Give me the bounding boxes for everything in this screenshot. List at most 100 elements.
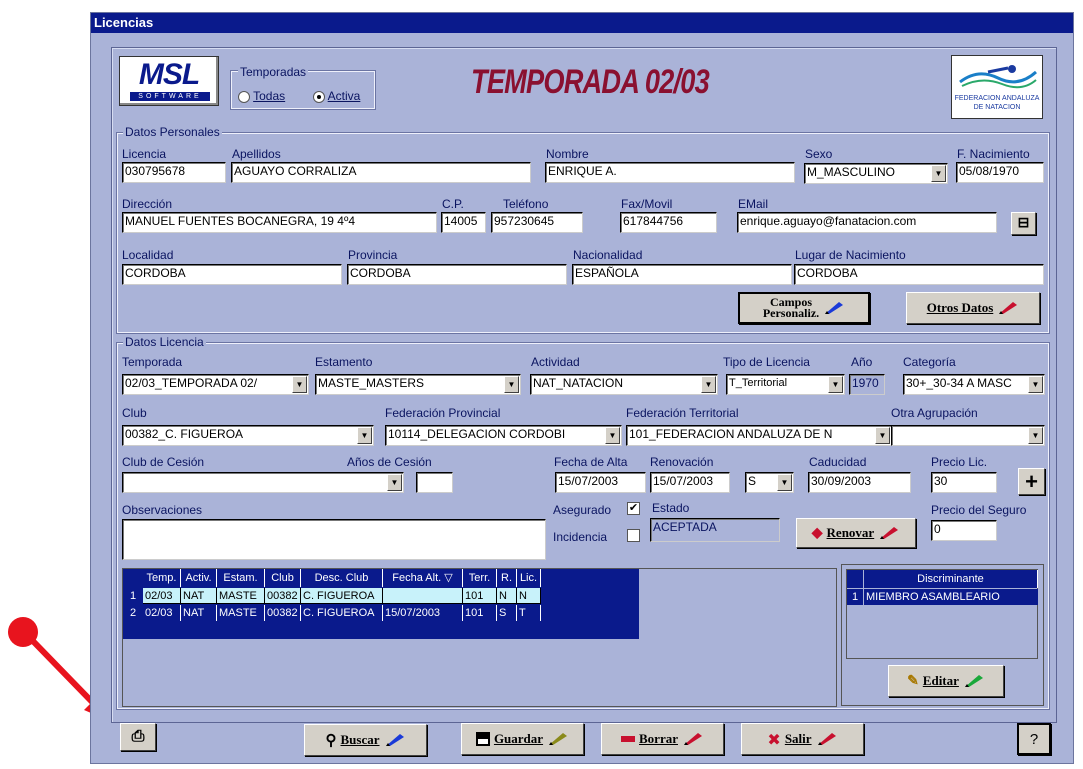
chevron-down-icon[interactable]: ▼ xyxy=(1028,427,1043,444)
estamento-select[interactable]: MASTE_MASTERS ▼ xyxy=(315,374,521,395)
renovacion-flag-select[interactable]: S ▼ xyxy=(745,472,794,493)
grid-cell[interactable] xyxy=(383,588,463,604)
temporada-select[interactable]: 02/03_TEMPORADA 02/▼ xyxy=(122,374,309,395)
grid-header-cell[interactable]: R. xyxy=(497,569,517,587)
grid-header-cell[interactable]: Estam. xyxy=(217,569,265,587)
chevron-down-icon[interactable]: ▼ xyxy=(931,165,946,182)
grid-cell[interactable]: 101 xyxy=(463,588,497,604)
salir-button[interactable]: ✖ Salir xyxy=(741,723,864,755)
tipo-licencia-select[interactable]: T_Territorial ▼ xyxy=(726,374,845,395)
chevron-down-icon[interactable]: ▼ xyxy=(605,427,620,444)
renovar-button[interactable]: ◆ Renovar xyxy=(796,518,916,548)
grid-cell[interactable]: S xyxy=(497,605,517,621)
radio-todas-circle[interactable] xyxy=(238,90,250,103)
grid-row-number[interactable]: 2 xyxy=(123,605,143,621)
chevron-down-icon[interactable]: ▼ xyxy=(292,376,307,393)
buscar-button[interactable]: ⚲ Buscar xyxy=(304,724,427,756)
apellidos-field[interactable]: AGUAYO CORRALIZA xyxy=(231,162,531,183)
grid-cell[interactable]: N xyxy=(517,588,541,604)
telefono-field[interactable]: 957230645 xyxy=(491,212,583,233)
sexo-select[interactable]: M_MASCULINO ▼ xyxy=(804,163,948,184)
email-field[interactable]: enrique.aguayo@fanatacion.com xyxy=(737,212,997,233)
grid-cell[interactable]: 02/03 xyxy=(143,605,181,621)
renovacion-field[interactable]: 15/07/2003 xyxy=(650,472,730,493)
fed-territorial-select[interactable]: 101_FEDERACION ANDALUZA DE N ▼ xyxy=(626,425,892,446)
grid-header-cell[interactable]: Terr. xyxy=(463,569,497,587)
otra-agrupacion-select[interactable]: ▼ xyxy=(891,425,1045,446)
grid-header-cell[interactable]: Desc. Club xyxy=(301,569,383,587)
radio-todas[interactable]: Todas xyxy=(238,89,285,103)
grid-cell[interactable]: MASTE xyxy=(217,588,265,604)
campos-personalizados-button[interactable]: Campos Personaliz. xyxy=(738,292,870,324)
direccion-field[interactable]: MANUEL FUENTES BOCANEGRA, 19 4º4 xyxy=(122,212,437,233)
actividad-select[interactable]: NAT_NATACION ▼ xyxy=(530,374,718,395)
grid-header-cell[interactable]: Club xyxy=(265,569,301,587)
grid-cell[interactable]: T xyxy=(517,605,541,621)
chevron-down-icon[interactable]: ▼ xyxy=(701,376,716,393)
grid-cell[interactable]: 15/07/2003 xyxy=(383,605,463,621)
close-icon: ✖ xyxy=(767,729,781,749)
grid-header-cell[interactable]: Temp. xyxy=(143,569,181,587)
licencias-grid-table[interactable]: Temp. Activ. Estam. Club Desc. Club Fecha Alt… xyxy=(123,569,639,627)
grid-row-number[interactable]: 1 xyxy=(123,588,143,604)
editar-button[interactable]: ✎ Editar xyxy=(888,665,1004,697)
precio-lic-field[interactable]: 30 xyxy=(931,472,997,493)
otros-datos-button[interactable]: Otros Datos xyxy=(906,292,1040,324)
grid-cell[interactable]: MASTE xyxy=(217,605,265,621)
grid-header-cell[interactable]: Fecha Alt. ▽ xyxy=(383,569,463,587)
grid-cell[interactable]: NAT xyxy=(181,605,217,621)
grid-header-cell[interactable]: Activ. xyxy=(181,569,217,587)
cp-field[interactable]: 14005 xyxy=(441,212,486,233)
localidad-field[interactable]: CORDOBA xyxy=(122,264,342,285)
fax-field[interactable]: 617844756 xyxy=(620,212,717,233)
fnac-field[interactable]: 05/08/1970 xyxy=(956,162,1044,183)
grid-cell[interactable]: C. FIGUEROA xyxy=(301,605,383,621)
fed-provincial-select[interactable]: 10114_DELEGACION CORDOBI ▼ xyxy=(385,425,622,446)
lugar-field[interactable]: CORDOBA xyxy=(794,264,1044,285)
grid-cell[interactable]: 00382 xyxy=(265,588,301,604)
chevron-down-icon[interactable]: ▼ xyxy=(504,376,519,393)
chevron-down-icon[interactable]: ▼ xyxy=(828,376,843,393)
caducidad-field[interactable]: 30/09/2003 xyxy=(808,472,911,493)
licencia-field[interactable]: 030795678 xyxy=(122,162,226,183)
print-button[interactable]: ⎙ xyxy=(120,723,156,751)
fecha-alta-field[interactable]: 15/07/2003 xyxy=(555,472,646,493)
radio-activa[interactable]: Activa xyxy=(313,89,360,103)
grid-header-cell[interactable]: Lic. xyxy=(517,569,541,587)
datos-licencia-legend: Datos Licencia xyxy=(123,335,206,349)
nacionalidad-field[interactable]: ESPAÑOLA xyxy=(572,264,792,285)
form-icon: ⊟ xyxy=(1017,216,1030,231)
help-button[interactable]: ? xyxy=(1017,723,1051,755)
provincia-field[interactable]: CORDOBA xyxy=(347,264,567,285)
grid-cell[interactable]: C. FIGUEROA xyxy=(301,588,383,604)
incidencia-checkbox[interactable] xyxy=(627,529,640,542)
grid-cell[interactable]: 02/03 xyxy=(143,588,181,604)
nombre-field[interactable]: ENRIQUE A. xyxy=(545,162,795,183)
chevron-down-icon[interactable]: ▼ xyxy=(777,474,792,491)
asegurado-checkbox[interactable]: ✔ xyxy=(627,502,640,515)
chevron-down-icon[interactable]: ▼ xyxy=(875,427,890,444)
club-select[interactable]: 00382_C. FIGUEROA ▼ xyxy=(122,425,374,446)
club-cesion-select[interactable]: ▼ xyxy=(122,472,404,493)
grid-cell[interactable]: 00382 xyxy=(265,605,301,621)
provincia-label: Provincia xyxy=(348,248,398,262)
renew-card-icon: ◆ xyxy=(811,525,823,541)
guardar-button[interactable]: Guardar xyxy=(461,723,584,755)
email-send-button[interactable]: ⊟ xyxy=(1011,212,1036,235)
grid-cell[interactable]: 101 xyxy=(463,605,497,621)
categoria-select[interactable]: 30+_30-34 A MASC ▼ xyxy=(903,374,1045,395)
precio-seguro-field[interactable]: 0 xyxy=(931,520,997,541)
chevron-down-icon[interactable]: ▼ xyxy=(387,474,402,491)
borrar-button[interactable]: Borrar xyxy=(601,723,724,755)
edit-doc-icon: ✎ xyxy=(907,673,919,689)
add-button[interactable]: + xyxy=(1018,468,1045,495)
chevron-down-icon[interactable]: ▼ xyxy=(357,427,372,444)
grid-cell[interactable]: N xyxy=(497,588,517,604)
grid-cell[interactable]: NAT xyxy=(181,588,217,604)
radio-activa-circle[interactable] xyxy=(313,90,325,103)
anios-cesion-field[interactable] xyxy=(416,472,453,493)
observaciones-field[interactable] xyxy=(122,519,546,560)
localidad-label: Localidad xyxy=(122,248,174,262)
chevron-down-icon[interactable]: ▼ xyxy=(1028,376,1043,393)
discriminante-row[interactable]: MIEMBRO ASAMBLEARIO xyxy=(864,589,1038,605)
